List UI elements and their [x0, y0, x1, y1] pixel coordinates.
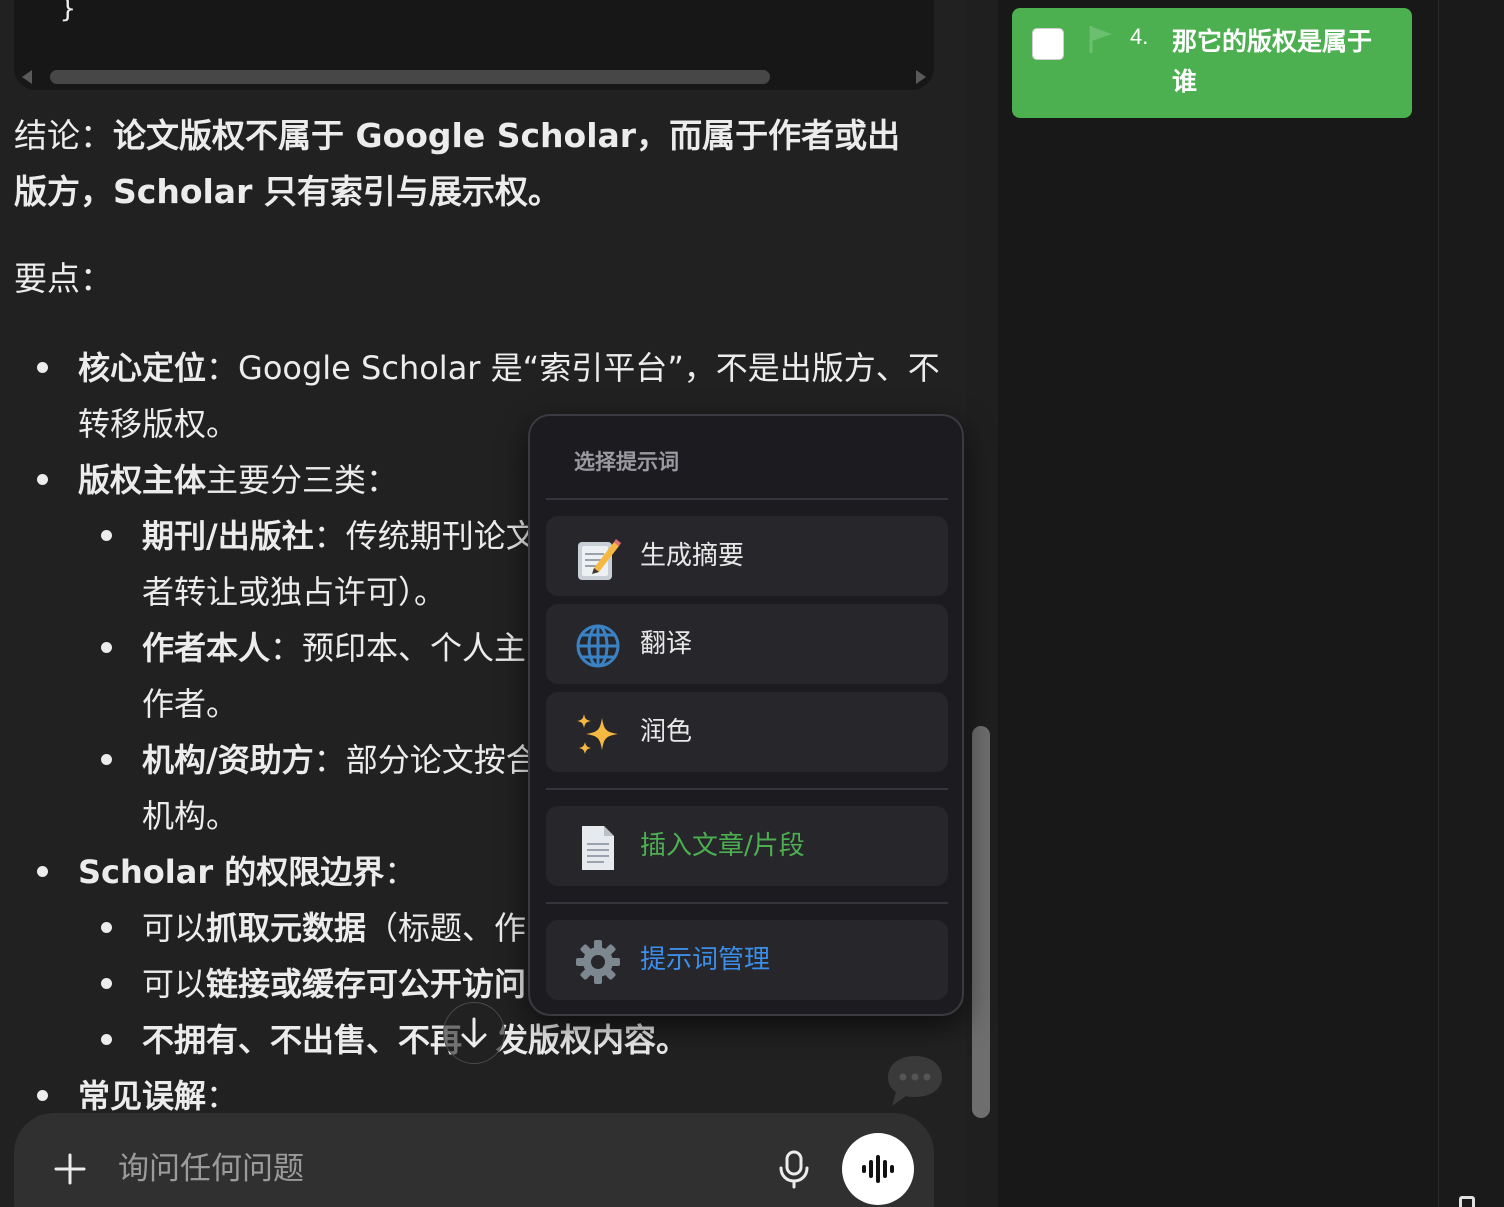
list-item-text: ：Google Scholar 是“索引平台”，不是出版方、不 — [206, 349, 940, 387]
list-item-bold: 版权主体 — [78, 461, 207, 499]
code-horizontal-scrollbar[interactable] — [22, 68, 926, 84]
conclusion-prefix: 结论： — [14, 116, 113, 155]
list-item-text: ：部分论文按合 — [313, 741, 538, 779]
question-item-active[interactable]: 4. 那它的版权是属于谁 — [1012, 8, 1412, 118]
message-input[interactable] — [118, 1145, 738, 1193]
edge-panel — [1438, 0, 1504, 1207]
panel-toggle-icon[interactable] — [1459, 1196, 1475, 1207]
document-icon — [582, 826, 614, 870]
code-scroll-thumb[interactable] — [50, 70, 770, 84]
list-item-prefix: 可以 — [142, 965, 207, 1003]
list-item-continuation: 者转让或独占许可）。 — [142, 564, 446, 620]
list-item-text: （标题、作 — [366, 909, 527, 947]
list-item-text: ：传统期刊论文 — [313, 517, 538, 555]
microphone-icon[interactable] — [776, 1149, 812, 1189]
list-item-text: 者转让或独占许可）。 — [142, 573, 447, 611]
scroll-left-arrow-icon[interactable] — [22, 70, 32, 84]
conclusion-paragraph: 结论：论文版权不属于 Google Scholar，而属于作者或出版方，Scho… — [14, 108, 914, 220]
divider — [546, 788, 948, 790]
prompt-item-insert-article[interactable]: 插入文章/片段 — [546, 806, 948, 886]
flag-icon[interactable] — [1088, 24, 1114, 54]
list-item-institution: 机构/资助方：部分论文按合 — [142, 732, 538, 788]
bullet-icon — [101, 922, 112, 933]
list-item-continuation: 机构。 — [142, 788, 238, 844]
list-item-bold: Scholar 的权限边界 — [78, 853, 385, 891]
message-composer — [14, 1113, 934, 1207]
list-item-prefix: 可以 — [142, 909, 207, 947]
prompt-item-label: 翻译 — [640, 629, 693, 659]
code-block: } — [14, 0, 934, 90]
voice-mode-button[interactable] — [842, 1133, 914, 1205]
list-item-continuation: 作者。 — [142, 676, 238, 732]
list-item-text: ： — [206, 1077, 239, 1115]
divider — [546, 902, 948, 904]
list-item-bold: 常见误解 — [78, 1077, 207, 1115]
list-item-publisher: 期刊/出版社：传统期刊论文 — [142, 508, 538, 564]
list-item-bold: 发版权内容。 — [496, 1021, 689, 1059]
chat-scrollbar-thumb[interactable] — [972, 726, 990, 1118]
list-item-not-own-tail: 发版权内容。 — [496, 1012, 688, 1068]
list-item-copyright-holder: 版权主体主要分三类： — [78, 452, 398, 508]
list-item-text: 转移版权。 — [78, 405, 239, 443]
list-item-continuation: 转移版权。 — [78, 396, 238, 452]
list-item-bold: 核心定位 — [78, 349, 207, 387]
bullet-icon — [37, 1090, 48, 1101]
prompt-item-manage[interactable]: 提示词管理 — [546, 920, 948, 1000]
bullet-icon — [37, 474, 48, 485]
list-item-text: ：预印本、个人主 — [270, 629, 527, 667]
keypoints-heading: 要点： — [14, 259, 113, 298]
question-number: 4. — [1130, 24, 1149, 49]
bullet-icon — [37, 362, 48, 373]
prompt-selector-popup: 选择提示词 生成摘要 翻译 润色 插入文章/片段 提示词管理 — [528, 414, 964, 1016]
list-item-core-position: 核心定位：Google Scholar 是“索引平台”，不是出版方、不 — [78, 340, 940, 396]
code-closing-brace: } — [60, 0, 76, 24]
list-item-text: 作者。 — [142, 685, 239, 723]
scroll-right-arrow-icon[interactable] — [916, 70, 926, 84]
list-item-scholar-limits: Scholar 的权限边界： — [78, 844, 416, 900]
bullet-icon — [101, 754, 112, 765]
bullet-icon — [101, 978, 112, 989]
list-item-not-own: 不拥有、不出售、不再 — [142, 1012, 462, 1068]
arrow-down-icon — [461, 1017, 487, 1048]
sparkles-icon — [577, 714, 618, 754]
scroll-to-bottom-button[interactable] — [443, 1002, 505, 1064]
prompt-item-label: 插入文章/片段 — [640, 831, 805, 861]
popup-title: 选择提示词 — [574, 450, 679, 474]
prompt-item-label: 生成摘要 — [640, 541, 745, 571]
prompt-item-label: 润色 — [640, 717, 693, 747]
list-item-bold: 期刊/出版社 — [142, 517, 314, 555]
list-item-text: 机构。 — [142, 797, 239, 835]
globe-icon — [576, 624, 620, 668]
list-item-bold: 链接或缓存可公开访问 — [206, 965, 527, 1003]
list-item-bold: 机构/资助方 — [142, 741, 314, 779]
conclusion-text: 论文版权不属于 Google Scholar，而属于作者或出版方，Scholar… — [14, 116, 901, 211]
question-text: 那它的版权是属于谁 — [1172, 27, 1373, 96]
bullet-icon — [101, 530, 112, 541]
divider — [546, 498, 948, 500]
bullet-icon — [37, 866, 48, 877]
prompt-item-summary[interactable]: 生成摘要 — [546, 516, 948, 596]
plus-icon[interactable] — [52, 1151, 88, 1187]
prompt-item-translate[interactable]: 翻译 — [546, 604, 948, 684]
question-outline-panel: 4. 那它的版权是属于谁 — [998, 0, 1438, 1207]
list-item-text: 主要分三类： — [206, 461, 399, 499]
bullet-icon — [101, 1034, 112, 1045]
list-item-bold: 作者本人 — [142, 629, 271, 667]
gear-icon — [576, 940, 620, 984]
list-item-author: 作者本人：预印本、个人主 — [142, 620, 526, 676]
list-item-metadata: 可以抓取元数据（标题、作 — [142, 900, 526, 956]
prompt-item-polish[interactable]: 润色 — [546, 692, 948, 772]
prompt-item-label: 提示词管理 — [640, 945, 771, 975]
list-item-text: ： — [384, 853, 417, 891]
question-checkbox[interactable] — [1032, 28, 1064, 60]
chat-bubble-icon[interactable] — [884, 1050, 946, 1112]
voice-waveform-icon — [862, 1155, 894, 1183]
bullet-icon — [101, 642, 112, 653]
memo-pencil-icon — [578, 539, 621, 580]
list-item-bold: 抓取元数据 — [206, 909, 367, 947]
list-item-bold: 不拥有、不出售、不再 — [142, 1021, 463, 1059]
